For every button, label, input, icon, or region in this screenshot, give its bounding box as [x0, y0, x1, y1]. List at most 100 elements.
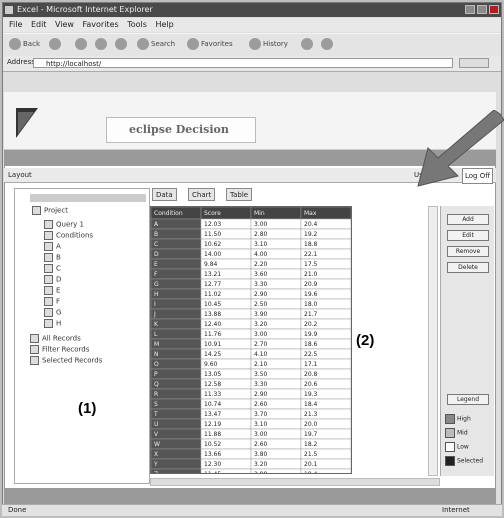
grid-cell	[151, 308, 202, 320]
annotation-two: (2)	[356, 332, 375, 349]
grid-cell-value: 3.30	[254, 281, 268, 288]
legend-selected: Selected	[445, 456, 483, 466]
grid-cell-value: 2.70	[254, 341, 268, 348]
tree-item[interactable]: A	[44, 242, 61, 251]
tree-item[interactable]: F	[44, 297, 60, 306]
tree-root[interactable]: Project	[32, 206, 68, 215]
grid-cell-value: 13.88	[204, 311, 221, 318]
address-input[interactable]: http://localhost/	[33, 58, 453, 68]
go-button[interactable]	[459, 58, 489, 68]
layout-label[interactable]: Layout	[8, 171, 32, 179]
grid-cell-value: 18.4	[304, 401, 318, 408]
address-bar: Address http://localhost/	[3, 56, 501, 72]
toolbar: Back Search Favorites History	[3, 33, 501, 57]
print-button[interactable]	[321, 37, 335, 52]
grid-cell-value: 3.10	[254, 421, 268, 428]
menu-file[interactable]: File	[9, 20, 22, 29]
menu-help[interactable]: Help	[155, 20, 173, 29]
grid-cell	[151, 258, 202, 270]
tree-item-label: A	[56, 242, 61, 251]
grid-cell	[151, 448, 202, 460]
horizontal-scrollbar[interactable]	[150, 478, 440, 486]
mail-button[interactable]	[301, 37, 315, 52]
grid-cell-value: 20.4	[304, 221, 318, 228]
maximize-button[interactable]	[477, 5, 487, 14]
favorites-button[interactable]: Favorites	[187, 37, 233, 52]
legend-mid: Mid	[445, 428, 468, 438]
node-icon	[44, 242, 53, 251]
grid-cell-value: 17.1	[304, 361, 318, 368]
tree-item-label: Conditions	[56, 231, 94, 240]
grid-cell	[151, 468, 202, 473]
grid-cell	[151, 328, 202, 340]
grid-cell-value: 2.10	[254, 361, 268, 368]
refresh-button[interactable]	[95, 37, 109, 52]
grid-cell-value: 2.80	[254, 231, 268, 238]
grid-cell-value: O	[154, 361, 159, 368]
tree-item[interactable]: Conditions	[44, 231, 93, 240]
menu-edit[interactable]: Edit	[31, 20, 47, 29]
grid-header-label: Condition	[154, 210, 183, 217]
tree-item[interactable]: H	[44, 319, 61, 328]
status-text: Done	[8, 506, 27, 514]
add-button[interactable]: Add	[447, 214, 489, 225]
window-title: Excel - Microsoft Internet Explorer	[17, 5, 153, 14]
grid-cell-value: 11.33	[204, 391, 221, 398]
forward-button[interactable]	[49, 37, 63, 52]
tab-chart[interactable]: Chart	[188, 188, 216, 201]
tree-extra-item[interactable]: Filter Records	[30, 345, 89, 354]
tree-item[interactable]: G	[44, 308, 61, 317]
grid-cell-value: 18.0	[304, 301, 318, 308]
menu-view[interactable]: View	[55, 20, 74, 29]
grid-cell	[151, 458, 202, 470]
forward-icon	[49, 38, 61, 50]
tree-item[interactable]: E	[44, 286, 60, 295]
data-grid: Condition Score Min Max A 12.03 3.00 20.4 B 11.50…	[150, 206, 352, 474]
swatch-high	[445, 414, 455, 424]
product-name: eclipse Decision	[129, 123, 229, 136]
grid-cell-value: 21.3	[304, 411, 318, 418]
tab-table[interactable]: Table	[226, 188, 253, 201]
tab-data[interactable]: Data	[152, 188, 177, 201]
grid-cell-value: 10.91	[204, 341, 221, 348]
legend-low: Low	[445, 442, 469, 452]
remove-button[interactable]: Remove	[447, 246, 489, 257]
history-button[interactable]: History	[249, 37, 288, 52]
grid-cell-value: 19.9	[304, 331, 318, 338]
view-tabs: Data Chart Table	[152, 188, 272, 202]
menu-favorites[interactable]: Favorites	[83, 20, 119, 29]
stop-button[interactable]	[75, 37, 89, 52]
folder-icon	[32, 206, 41, 215]
grid-cell-value: 13.47	[204, 411, 221, 418]
search-button[interactable]: Search	[137, 37, 175, 52]
menu-tools[interactable]: Tools	[127, 20, 147, 29]
node-icon	[44, 297, 53, 306]
tree-extra-item[interactable]: Selected Records	[30, 356, 102, 365]
edit-button[interactable]: Edit	[447, 230, 489, 241]
home-button[interactable]	[115, 37, 129, 52]
close-button[interactable]	[489, 5, 499, 14]
grid-cell-value: 18.8	[304, 241, 318, 248]
grid-cell	[151, 368, 202, 380]
grid-cell-value: 3.00	[254, 331, 268, 338]
grid-cell-value: 22.1	[304, 251, 318, 258]
tree-extra-item[interactable]: All Records	[30, 334, 81, 343]
grid-cell-value: 12.58	[204, 381, 221, 388]
delete-button[interactable]: Delete	[447, 262, 489, 273]
tree-item[interactable]: Query 1	[44, 220, 84, 229]
tree-item[interactable]: B	[44, 253, 61, 262]
grid-cell-value: 21.0	[304, 271, 318, 278]
grid-cell-value: 12.30	[204, 461, 221, 468]
history-icon	[249, 38, 261, 50]
annotation-one: (1)	[78, 400, 97, 417]
tree-item[interactable]: C	[44, 264, 61, 273]
grid-cell-value: 20.8	[304, 371, 318, 378]
minimize-button[interactable]	[465, 5, 475, 14]
tree-item[interactable]: D	[44, 275, 61, 284]
grid-cell-value: 20.9	[304, 281, 318, 288]
legend-button[interactable]: Legend	[447, 394, 489, 405]
refresh-icon	[95, 38, 107, 50]
grid-cell-value: 3.00	[254, 221, 268, 228]
back-button[interactable]: Back	[9, 37, 40, 52]
vertical-scrollbar[interactable]	[428, 206, 438, 476]
